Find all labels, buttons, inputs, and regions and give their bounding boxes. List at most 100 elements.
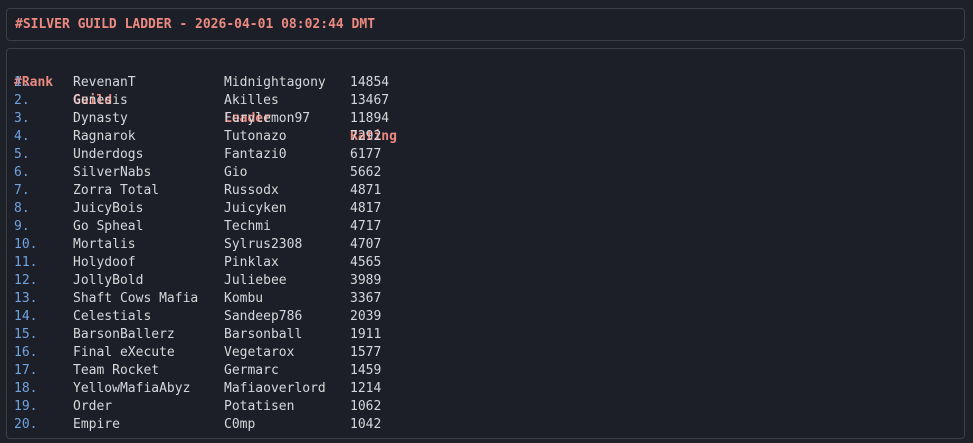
cell-guild: Empire [73,417,120,432]
table-row: 12. JollyBold Juliebee 3989 [14,272,381,290]
cell-guild: Holydoof [73,255,136,270]
cell-guild: Genesis [73,93,128,108]
cell-leader: Germarc [224,363,279,378]
cell-guild: Shaft Cows Mafia [73,291,199,306]
cell-leader: Tutonazo [224,129,287,144]
cell-rank: 5. [14,147,30,162]
cell-leader: Juicyken [224,201,287,216]
table-row: 3. Dynasty Furylemon97 11894 [14,110,389,128]
table-row: 5. Underdogs Fantazi0 6177 [14,146,381,164]
cell-leader: Fantazi0 [224,147,287,162]
cell-rank: 9. [14,219,30,234]
cell-guild: Zorra Total [73,183,160,198]
cell-rank: 15. [14,327,38,342]
cell-rating: 1062 [350,399,382,414]
cell-rating: 3989 [350,273,382,288]
cell-rank: 19. [14,399,38,414]
cell-guild: Ragnarok [73,129,136,144]
table-row: 20. Empire C0mp 1042 [14,416,381,434]
cell-guild: SilverNabs [73,165,152,180]
cell-guild: Dynasty [73,111,128,126]
cell-guild: Team Rocket [73,363,160,378]
cell-guild: YellowMafiaAbyz [73,381,191,396]
cell-leader: C0mp [224,417,256,432]
table-row: 19. Order Potatisen 1062 [14,398,381,416]
table-row: 1. RevenanT Midnightagony 14854 [14,74,389,92]
cell-rank: 7. [14,183,30,198]
table-row: 6. SilverNabs Gio 5662 [14,164,381,182]
cell-rating: 2039 [350,309,382,324]
cell-guild: Final eXecute [73,345,175,360]
cell-guild: Celestials [73,309,152,324]
cell-guild: Order [73,399,113,414]
cell-guild: JuicyBois [73,201,144,216]
table-row: 13. Shaft Cows Mafia Kombu 3367 [14,290,381,308]
ladder-table: #Rank Guild Leader Rating 1. RevenanT Midn… [14,56,397,434]
cell-leader: Barsonball [224,327,303,342]
cell-rating: 6177 [350,147,382,162]
cell-rank: 17. [14,363,38,378]
cell-rating: 1577 [350,345,382,360]
cell-leader: Russodx [224,183,279,198]
header-panel: #SILVER GUILD LADDER - 2026-04-01 08:02:… [6,8,965,41]
cell-rank: 11. [14,255,38,270]
cell-rating: 1911 [350,327,382,342]
cell-rating: 1042 [350,417,382,432]
cell-rating: 4707 [350,237,382,252]
cell-guild: BarsonBallerz [73,327,175,342]
cell-guild: Mortalis [73,237,136,252]
cell-rating: 14854 [350,75,390,90]
cell-rank: 20. [14,417,38,432]
cell-rating: 4871 [350,183,382,198]
table-row: 4. Ragnarok Tutonazo 7292 [14,128,381,146]
cell-leader: Potatisen [224,399,295,414]
cell-leader: Mafiaoverlord [224,381,326,396]
cell-guild: Underdogs [73,147,144,162]
cell-leader: Furylemon97 [224,111,311,126]
table-row: 10. Mortalis Sylrus2308 4707 [14,236,381,254]
table-header-row: #Rank Guild Leader Rating [14,56,397,144]
cell-rating: 7292 [350,129,382,144]
cell-rank: 10. [14,237,38,252]
cell-rank: 14. [14,309,38,324]
cell-rating: 1214 [350,381,382,396]
cell-rank: 4. [14,129,30,144]
cell-leader: Techmi [224,219,271,234]
cell-rank: 8. [14,201,30,216]
cell-rank: 1. [14,75,30,90]
cell-leader: Kombu [224,291,264,306]
cell-rating: 5662 [350,165,382,180]
table-row: 9. Go Spheal Techmi 4717 [14,218,381,236]
cell-leader: Pinklax [224,255,279,270]
cell-rank: 3. [14,111,30,126]
table-row: 18. YellowMafiaAbyz Mafiaoverlord 1214 [14,380,381,398]
cell-leader: Sandeep786 [224,309,303,324]
cell-guild: Go Spheal [73,219,144,234]
table-row: 8. JuicyBois Juicyken 4817 [14,200,381,218]
ladder-panel: #Rank Guild Leader Rating 1. RevenanT Midn… [6,48,965,439]
table-row: 17. Team Rocket Germarc 1459 [14,362,381,380]
table-row: 16. Final eXecute Vegetarox 1577 [14,344,381,362]
cell-rank: 2. [14,93,30,108]
cell-rank: 12. [14,273,38,288]
cell-rank: 18. [14,381,38,396]
table-row: 15. BarsonBallerz Barsonball 1911 [14,326,381,344]
cell-guild: JollyBold [73,273,144,288]
table-row: 2. Genesis Akilles 13467 [14,92,389,110]
table-row: 14. Celestials Sandeep786 2039 [14,308,381,326]
cell-rank: 16. [14,345,38,360]
ladder-title: #SILVER GUILD LADDER - 2026-04-01 08:02:… [15,17,376,32]
cell-leader: Sylrus2308 [224,237,303,252]
cell-leader: Juliebee [224,273,287,288]
cell-rank: 13. [14,291,38,306]
cell-rating: 4565 [350,255,382,270]
cell-rating: 3367 [350,291,382,306]
cell-leader: Midnightagony [224,75,326,90]
cell-rank: 6. [14,165,30,180]
table-row: 7. Zorra Total Russodx 4871 [14,182,381,200]
cell-guild: RevenanT [73,75,136,90]
cell-leader: Akilles [224,93,279,108]
cell-rating: 13467 [350,93,390,108]
cell-rating: 1459 [350,363,382,378]
cell-leader: Gio [224,165,248,180]
